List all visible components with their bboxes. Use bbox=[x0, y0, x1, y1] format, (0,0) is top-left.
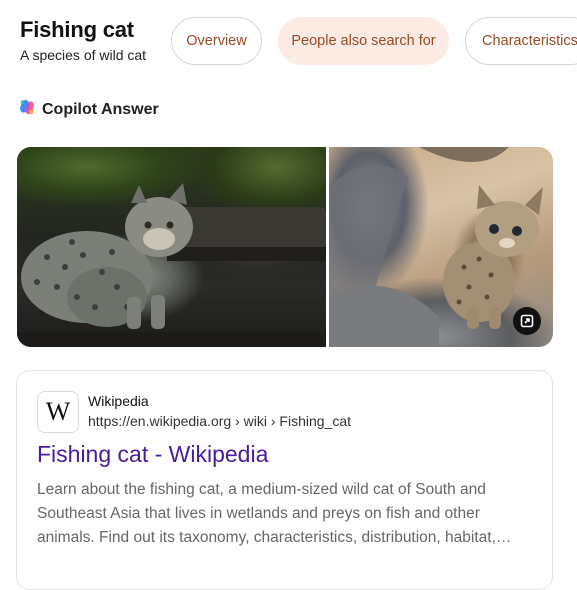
copilot-answer-label: Copilot Answer bbox=[42, 100, 159, 118]
copilot-answer-header: Copilot Answer bbox=[18, 98, 159, 121]
tab-characteristics[interactable]: Characteristics bbox=[465, 17, 577, 65]
wikipedia-favicon-icon: W bbox=[37, 391, 79, 433]
expand-image-icon[interactable] bbox=[513, 307, 541, 335]
image-strip bbox=[17, 147, 553, 347]
tab-people-also-search-for[interactable]: People also search for bbox=[278, 17, 449, 65]
tab-overview[interactable]: Overview bbox=[171, 17, 262, 65]
fishing-cat-adult-image[interactable] bbox=[17, 147, 326, 347]
result-source-name: Wikipedia bbox=[88, 393, 149, 409]
result-snippet: Learn about the fishing cat, a medium-si… bbox=[37, 481, 496, 546]
result-card: W Wikipedia https://en.wikipedia.org › w… bbox=[16, 370, 553, 590]
entity-subtitle: A species of wild cat bbox=[20, 47, 147, 63]
result-url[interactable]: https://en.wikipedia.org › wiki › Fishin… bbox=[88, 413, 351, 429]
copilot-logo-icon bbox=[18, 98, 36, 121]
result-title-link[interactable]: Fishing cat - Wikipedia bbox=[37, 441, 268, 468]
entity-title: Fishing cat bbox=[20, 17, 134, 42]
fishing-cat-kitten-image[interactable] bbox=[329, 147, 553, 347]
